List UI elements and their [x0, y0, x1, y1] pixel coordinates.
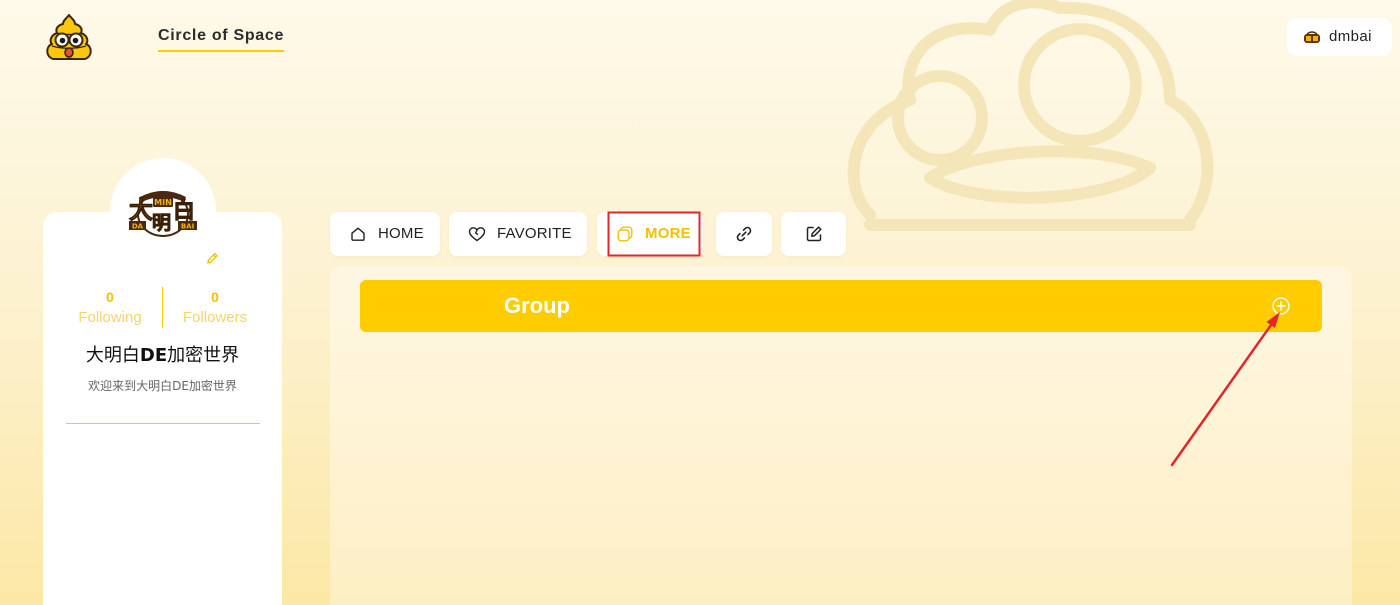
- followers-stat[interactable]: 0 Followers: [165, 289, 265, 326]
- following-count: 0: [106, 289, 114, 305]
- profile-name: 大明白DE加密世界: [43, 345, 282, 367]
- profile-tabs: HOME FAVORITE MORE: [330, 212, 846, 256]
- tab-favorite-label: FAVORITE: [497, 225, 572, 242]
- avatar-logo-latin-da: DA: [132, 223, 144, 231]
- tab-link[interactable]: [716, 212, 772, 256]
- pencil-icon[interactable]: [206, 252, 219, 265]
- home-icon: [350, 226, 366, 242]
- edit-icon: [805, 225, 823, 243]
- tab-favorite[interactable]: FAVORITE: [449, 212, 587, 256]
- followers-count: 0: [211, 289, 219, 305]
- main-panel: Group: [330, 266, 1352, 605]
- user-menu[interactable]: dmbai: [1287, 18, 1392, 56]
- following-stat[interactable]: 0 Following: [60, 289, 160, 326]
- plus-circle-icon[interactable]: [1272, 297, 1290, 315]
- profile-bio: 欢迎来到大明白DE加密世界: [88, 379, 237, 393]
- avatar-logo-latin-bai: BAI: [181, 223, 194, 231]
- tab-home[interactable]: HOME: [330, 212, 440, 256]
- profile-name-bold: DE: [139, 345, 168, 366]
- avatar-logo-char-da: 大: [129, 196, 153, 224]
- followers-label: Followers: [182, 309, 248, 326]
- user-avatar-icon: [1303, 30, 1321, 44]
- profile-card: [43, 212, 282, 605]
- group-title: Group: [504, 293, 570, 318]
- following-label: Following: [78, 309, 142, 326]
- tab-home-label: HOME: [378, 225, 424, 242]
- avatar-logo-latin-min: MIN: [154, 198, 172, 207]
- mascot-watermark-icon: [847, 0, 1214, 231]
- heart-icon: [468, 226, 486, 242]
- tab-edit[interactable]: [781, 212, 846, 256]
- profile-divider: [66, 423, 260, 424]
- link-icon: [735, 225, 753, 243]
- avatar-logo-char-ming: 明: [152, 212, 171, 234]
- avatar-logo-char-bai: 白: [173, 198, 195, 224]
- nav-circle-of-space[interactable]: Circle of Space: [158, 26, 285, 52]
- tab-more-label: MORE: [645, 225, 691, 242]
- stat-divider: [162, 287, 163, 328]
- tab-more[interactable]: MORE: [597, 212, 703, 256]
- group-header: Group: [360, 280, 1322, 332]
- profile-avatar[interactable]: MIN 大 白 明 DA BAI: [110, 158, 216, 264]
- avatar-logo: MIN 大 白 明 DA BAI: [129, 191, 197, 237]
- mascot-logo-icon[interactable]: [44, 13, 94, 61]
- username: dmbai: [1329, 28, 1372, 45]
- profile-name-suffix: 加密世界: [167, 345, 240, 366]
- profile-name-prefix: 大明白: [85, 345, 140, 366]
- more-icon: [617, 226, 633, 242]
